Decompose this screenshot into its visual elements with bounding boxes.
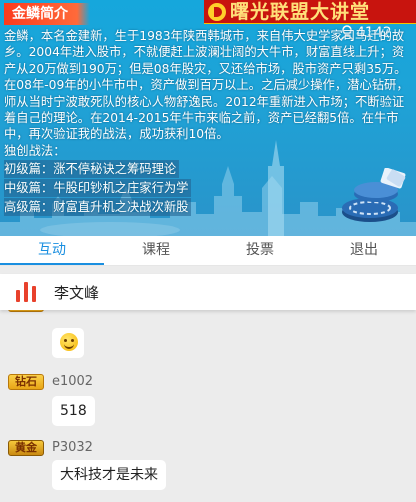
user-level-badge: 黄金 xyxy=(8,440,44,456)
chat-list[interactable]: 钻石 e1002 钻石 e1002 518 黄金 P3032 大科技才是未来 xyxy=(0,302,416,502)
smile-emoji-icon xyxy=(60,332,78,351)
course-item-advanced[interactable]: 高级篇：财富直升机之决战次新股 xyxy=(4,198,192,217)
brand-name: 曙光联盟大讲堂 xyxy=(230,1,371,23)
chat-username: P3032 xyxy=(52,440,93,455)
tab-courses[interactable]: 课程 xyxy=(104,236,208,265)
user-level-badge: 钻石 xyxy=(8,374,44,390)
poker-chips-graphic xyxy=(342,168,406,222)
tab-bar: 互动 课程 投票 退出 xyxy=(0,236,416,266)
brand-logo-icon xyxy=(208,3,226,21)
chat-bubble: 518 xyxy=(52,396,95,426)
signal-bars-icon xyxy=(16,282,42,302)
tab-vote[interactable]: 投票 xyxy=(208,236,312,265)
chat-bubble: 大科技才是未来 xyxy=(52,460,166,490)
tab-exit[interactable]: 退出 xyxy=(312,236,416,265)
course-item-intermediate[interactable]: 中级篇：牛股印钞机之庄家行为学 xyxy=(4,179,192,198)
chat-username: e1002 xyxy=(52,374,94,389)
tab-interaction[interactable]: 互动 xyxy=(0,236,104,265)
intro-paragraph: 金鳞，本名金建新，生于1983年陕西韩城市，来自伟大史学家司马迁的故乡。2004… xyxy=(4,29,409,142)
intro-methods-heading: 独创战法： xyxy=(4,143,66,158)
teacher-name: 李文峰 xyxy=(54,283,100,302)
brand-banner: 曙光联盟大讲堂 xyxy=(204,0,416,24)
teacher-bar[interactable]: 李文峰 xyxy=(0,274,416,310)
intro-title: 金鳞简介 xyxy=(4,3,90,25)
course-item-basic[interactable]: 初级篇：涨不停秘诀之筹码理论 xyxy=(4,160,180,179)
course-banner: 金鳞简介 曙光联盟大讲堂 4142 金鳞，本名金建新，生于1983年陕西韩城市，… xyxy=(0,0,416,236)
chat-bubble xyxy=(52,328,84,358)
